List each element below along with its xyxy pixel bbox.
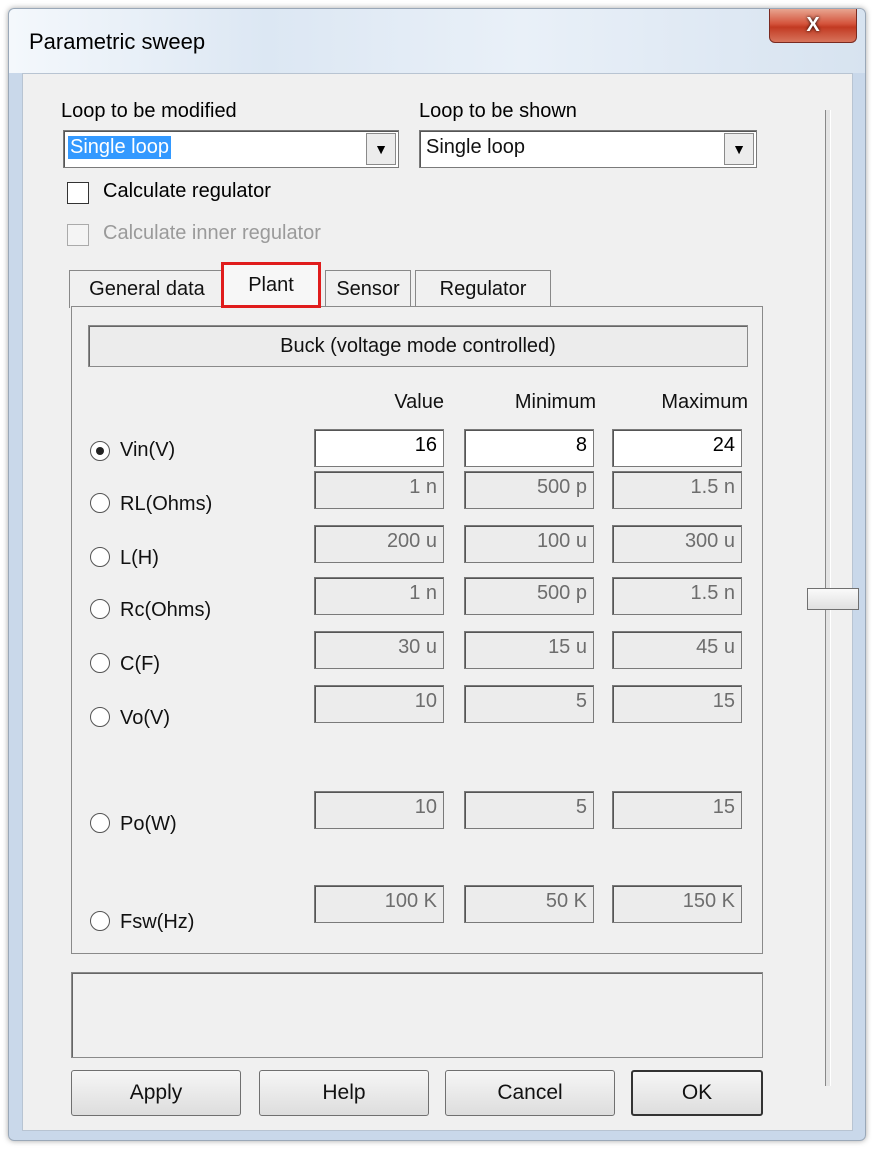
loop-shown-label: Loop to be shown [419, 100, 577, 122]
tab-regulator[interactable]: Regulator [415, 270, 551, 308]
radio-vin[interactable] [90, 441, 110, 461]
vin-max-field[interactable]: 24 [612, 429, 742, 467]
row-label-fsw: Fsw(Hz) [120, 911, 195, 933]
l-min-field[interactable]: 100 u [464, 525, 594, 563]
plant-tab-panel: Buck (voltage mode controlled) Value Min… [71, 306, 763, 954]
row-label-po: Po(W) [120, 813, 177, 835]
l-value-field[interactable]: 200 u [314, 525, 444, 563]
calculate-regulator-checkbox[interactable] [67, 182, 89, 204]
window-title: Parametric sweep [29, 29, 206, 54]
row-label-c: C(F) [120, 653, 160, 675]
tab-label: Sensor [336, 278, 400, 300]
rc-min-field[interactable]: 500 p [464, 577, 594, 615]
row-label-rl: RL(Ohms) [120, 493, 213, 515]
row-label-vin: Vin(V) [120, 439, 176, 461]
vo-value-field[interactable]: 10 [314, 685, 444, 723]
tab-plant[interactable]: Plant [221, 262, 321, 308]
po-max-field[interactable]: 15 [612, 791, 742, 829]
tab-label: Regulator [439, 278, 527, 300]
vin-value-field[interactable]: 16 [314, 429, 444, 467]
fsw-max-field[interactable]: 150 K [612, 885, 742, 923]
chevron-down-icon[interactable]: ▼ [366, 133, 396, 165]
help-button[interactable]: Help [259, 1070, 429, 1116]
apply-button[interactable]: Apply [71, 1070, 241, 1116]
radio-l[interactable] [90, 547, 110, 567]
row-label-vo: Vo(V) [120, 707, 171, 729]
po-value-field[interactable]: 10 [314, 791, 444, 829]
row-label-rc: Rc(Ohms) [120, 599, 212, 621]
converter-type-header: Buck (voltage mode controlled) [88, 325, 748, 367]
radio-c[interactable] [90, 653, 110, 673]
loop-modified-label: Loop to be modified [61, 100, 237, 122]
tab-label: General data [89, 278, 205, 300]
loop-modified-value: Single loop [68, 136, 171, 159]
vo-max-field[interactable]: 15 [612, 685, 742, 723]
radio-fsw[interactable] [90, 911, 110, 931]
po-min-field[interactable]: 5 [464, 791, 594, 829]
vo-min-field[interactable]: 5 [464, 685, 594, 723]
tab-sensor[interactable]: Sensor [325, 270, 411, 308]
column-header-maximum: Maximum [661, 391, 748, 413]
calculate-inner-regulator-label: Calculate inner regulator [103, 222, 321, 244]
rl-value-field[interactable]: 1 n [314, 471, 444, 509]
loop-modified-select[interactable]: Single loop ▼ [63, 130, 399, 168]
radio-rc[interactable] [90, 599, 110, 619]
row-label-l: L(H) [120, 547, 159, 569]
column-header-value: Value [394, 391, 444, 413]
rl-min-field[interactable]: 500 p [464, 471, 594, 509]
slider-thumb[interactable] [807, 588, 859, 610]
tab-label: Plant [248, 273, 294, 296]
c-max-field[interactable]: 45 u [612, 631, 742, 669]
fsw-min-field[interactable]: 50 K [464, 885, 594, 923]
column-header-minimum: Minimum [514, 391, 596, 413]
l-max-field[interactable]: 300 u [612, 525, 742, 563]
chevron-down-icon[interactable]: ▼ [724, 133, 754, 165]
rc-max-field[interactable]: 1.5 n [612, 577, 742, 615]
message-box [71, 972, 763, 1058]
loop-shown-value: Single loop [426, 136, 525, 158]
tab-general-data[interactable]: General data [69, 270, 225, 308]
vin-min-field[interactable]: 8 [464, 429, 594, 467]
title-bar[interactable]: Parametric sweep X [9, 9, 865, 73]
fsw-value-field[interactable]: 100 K [314, 885, 444, 923]
calculate-inner-regulator-checkbox[interactable] [67, 224, 89, 246]
c-min-field[interactable]: 15 u [464, 631, 594, 669]
dialog-client-area: Loop to be modified Single loop ▼ Loop t… [22, 73, 859, 1131]
rc-value-field[interactable]: 1 n [314, 577, 444, 615]
close-icon: X [806, 14, 820, 36]
loop-shown-select[interactable]: Single loop ▼ [419, 130, 757, 168]
radio-rl[interactable] [90, 493, 110, 513]
close-button[interactable]: X [769, 9, 857, 43]
ok-button[interactable]: OK [631, 1070, 763, 1116]
cancel-button[interactable]: Cancel [445, 1070, 615, 1116]
radio-po[interactable] [90, 813, 110, 833]
c-value-field[interactable]: 30 u [314, 631, 444, 669]
rl-max-field[interactable]: 1.5 n [612, 471, 742, 509]
dialog-window: Parametric sweep X Loop to be modified S… [8, 8, 866, 1141]
radio-vo[interactable] [90, 707, 110, 727]
calculate-regulator-label: Calculate regulator [103, 180, 271, 202]
